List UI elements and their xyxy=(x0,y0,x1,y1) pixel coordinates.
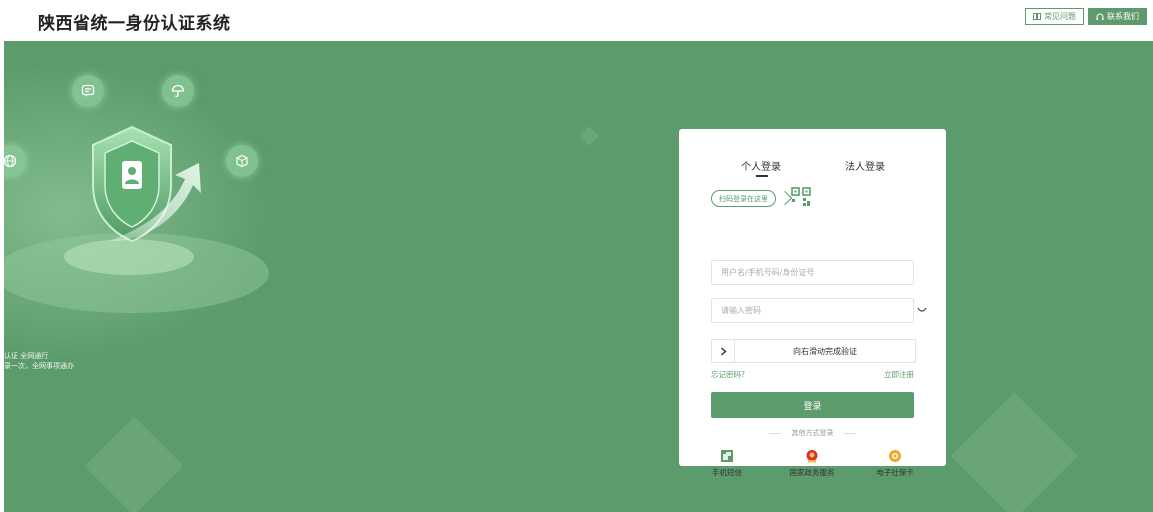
site-title: 陕西省统一身份认证系统 xyxy=(38,14,231,34)
qr-tip-pointer xyxy=(777,190,793,206)
active-tab-indicator xyxy=(756,175,768,177)
password-input[interactable] xyxy=(711,298,914,323)
cube-icon xyxy=(236,154,248,168)
message-float-icon xyxy=(72,75,104,107)
national-emblem-icon xyxy=(806,450,818,463)
contact-button[interactable]: 联系我们 xyxy=(1088,8,1147,25)
sms-login-label: 手机短信 xyxy=(712,468,742,477)
login-card: 个人登录 法人登录 扫码登录在这里 向右滑动完成验证 忘记密码? 立即注册 xyxy=(679,129,946,477)
header-actions: 常见问题 联系我们 xyxy=(1025,8,1147,25)
register-link[interactable]: 立即注册 xyxy=(884,369,914,380)
slider-handle[interactable] xyxy=(712,340,735,362)
forgot-password-link[interactable]: 忘记密码? xyxy=(711,369,745,380)
headset-icon xyxy=(1096,13,1104,20)
tab-legal-person-login[interactable]: 法人登录 xyxy=(845,158,885,173)
qr-code-icon[interactable] xyxy=(791,187,811,207)
umbrella-icon xyxy=(171,84,185,98)
faq-label: 常见问题 xyxy=(1044,12,1076,21)
faq-button[interactable]: 常见问题 xyxy=(1025,8,1084,25)
social-security-login-method[interactable]: 电子社保卡 xyxy=(860,449,930,478)
shield-icon xyxy=(92,125,201,243)
sms-login-method[interactable]: 手机短信 xyxy=(692,449,762,478)
sms-icon xyxy=(721,450,733,462)
login-button[interactable]: 登录 xyxy=(711,392,914,418)
book-icon xyxy=(1033,13,1041,20)
national-gov-login-method[interactable]: 国家政务服务 xyxy=(777,449,847,478)
contact-label: 联系我们 xyxy=(1107,12,1139,21)
social-security-login-label: 电子社保卡 xyxy=(876,468,914,477)
decor-diamond xyxy=(950,392,1078,512)
message-icon xyxy=(81,84,95,97)
slogan-line-1: 认证 全网通行 xyxy=(4,352,49,360)
cube-float-icon xyxy=(226,145,258,177)
login-banner: 认证 全网通行 录一次，全网事项通办 个人登录 法人登录 扫码登录在这里 用户名… xyxy=(4,41,1153,512)
decor-diamond xyxy=(84,416,184,512)
username-input[interactable] xyxy=(711,260,914,285)
slider-captcha: 向右滑动完成验证 xyxy=(711,339,916,363)
social-security-card-icon xyxy=(889,450,901,462)
chevron-right-icon xyxy=(720,346,727,356)
globe-icon xyxy=(4,154,17,168)
tab-personal-login[interactable]: 个人登录 xyxy=(741,158,781,173)
header: 陕西省统一身份认证系统 常见问题 联系我们 xyxy=(0,0,1153,41)
slogan: 认证 全网通行 录一次，全网事项通办 xyxy=(4,351,74,371)
eye-closed-icon[interactable] xyxy=(917,307,927,313)
slogan-line-2: 录一次，全网事项通办 xyxy=(4,362,74,370)
other-login-label: 其他方式登录 xyxy=(791,429,834,437)
other-login-divider: 其他方式登录 xyxy=(769,428,856,438)
login-tabs: 个人登录 法人登录 xyxy=(679,158,946,180)
qr-login-tip: 扫码登录在这里 xyxy=(711,190,776,207)
slider-hint: 向右滑动完成验证 xyxy=(793,346,857,356)
umbrella-float-icon xyxy=(162,75,194,107)
national-gov-login-label: 国家政务服务 xyxy=(789,468,835,477)
decor-diamond xyxy=(579,126,599,146)
